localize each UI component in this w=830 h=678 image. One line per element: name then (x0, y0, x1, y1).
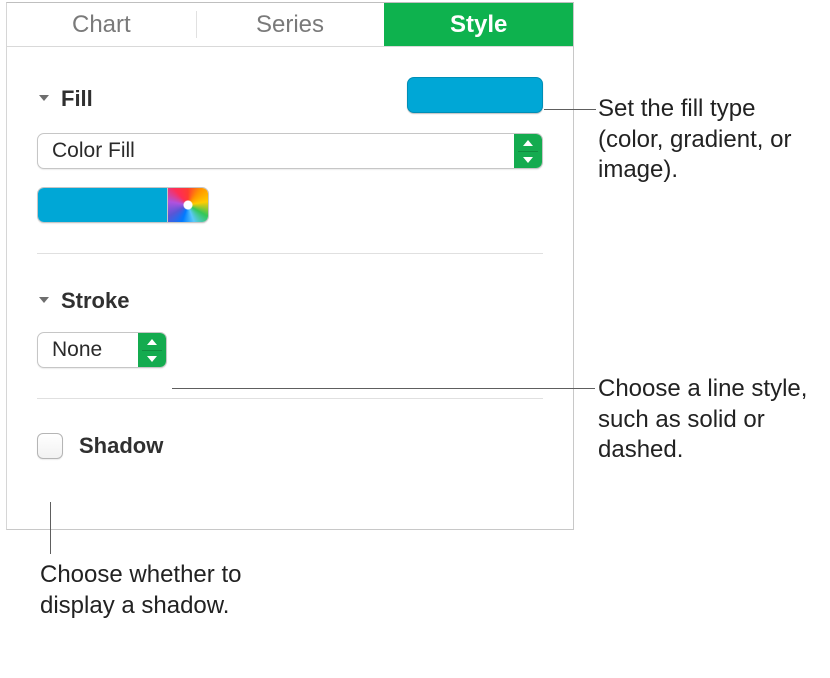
fill-section-header[interactable]: Fill (37, 81, 543, 117)
callout-fill: Set the fill type (color, gradient, or i… (598, 94, 818, 186)
divider (37, 398, 543, 399)
callout-shadow: Choose whether to display a shadow. (40, 560, 300, 621)
tab-series-label: Series (256, 11, 324, 39)
popup-stepper-icon (138, 333, 166, 367)
chevron-down-icon (37, 293, 53, 309)
shadow-row: Shadow (37, 433, 543, 459)
callout-line (50, 502, 51, 554)
tab-chart-label: Chart (72, 11, 131, 39)
tab-bar: Chart Series Style (7, 3, 573, 47)
stroke-section-header[interactable]: Stroke (37, 288, 543, 314)
stroke-style-popup[interactable]: None (37, 332, 167, 368)
fill-color-well-group (37, 187, 209, 223)
inspector-panel: Chart Series Style Fill Color Fill (6, 2, 574, 530)
fill-color-well[interactable] (38, 188, 168, 222)
shadow-label: Shadow (79, 433, 163, 459)
chevron-down-icon (37, 91, 53, 107)
fill-label: Fill (61, 86, 93, 112)
tab-chart[interactable]: Chart (7, 3, 196, 46)
shadow-checkbox[interactable] (37, 433, 63, 459)
callout-line (172, 388, 595, 389)
stroke-style-value: None (52, 338, 102, 362)
callout-line (544, 109, 596, 110)
fill-type-value: Color Fill (52, 139, 135, 163)
divider (37, 253, 543, 254)
tab-style[interactable]: Style (384, 3, 573, 46)
callout-stroke: Choose a line style, such as solid or da… (598, 374, 828, 466)
popup-stepper-icon (514, 134, 542, 168)
tab-series[interactable]: Series (196, 3, 385, 46)
color-wheel-icon[interactable] (168, 188, 208, 222)
tab-style-label: Style (450, 11, 507, 39)
stroke-label: Stroke (61, 288, 129, 314)
fill-type-popup[interactable]: Color Fill (37, 133, 543, 169)
fill-color-swatch[interactable] (407, 77, 543, 113)
